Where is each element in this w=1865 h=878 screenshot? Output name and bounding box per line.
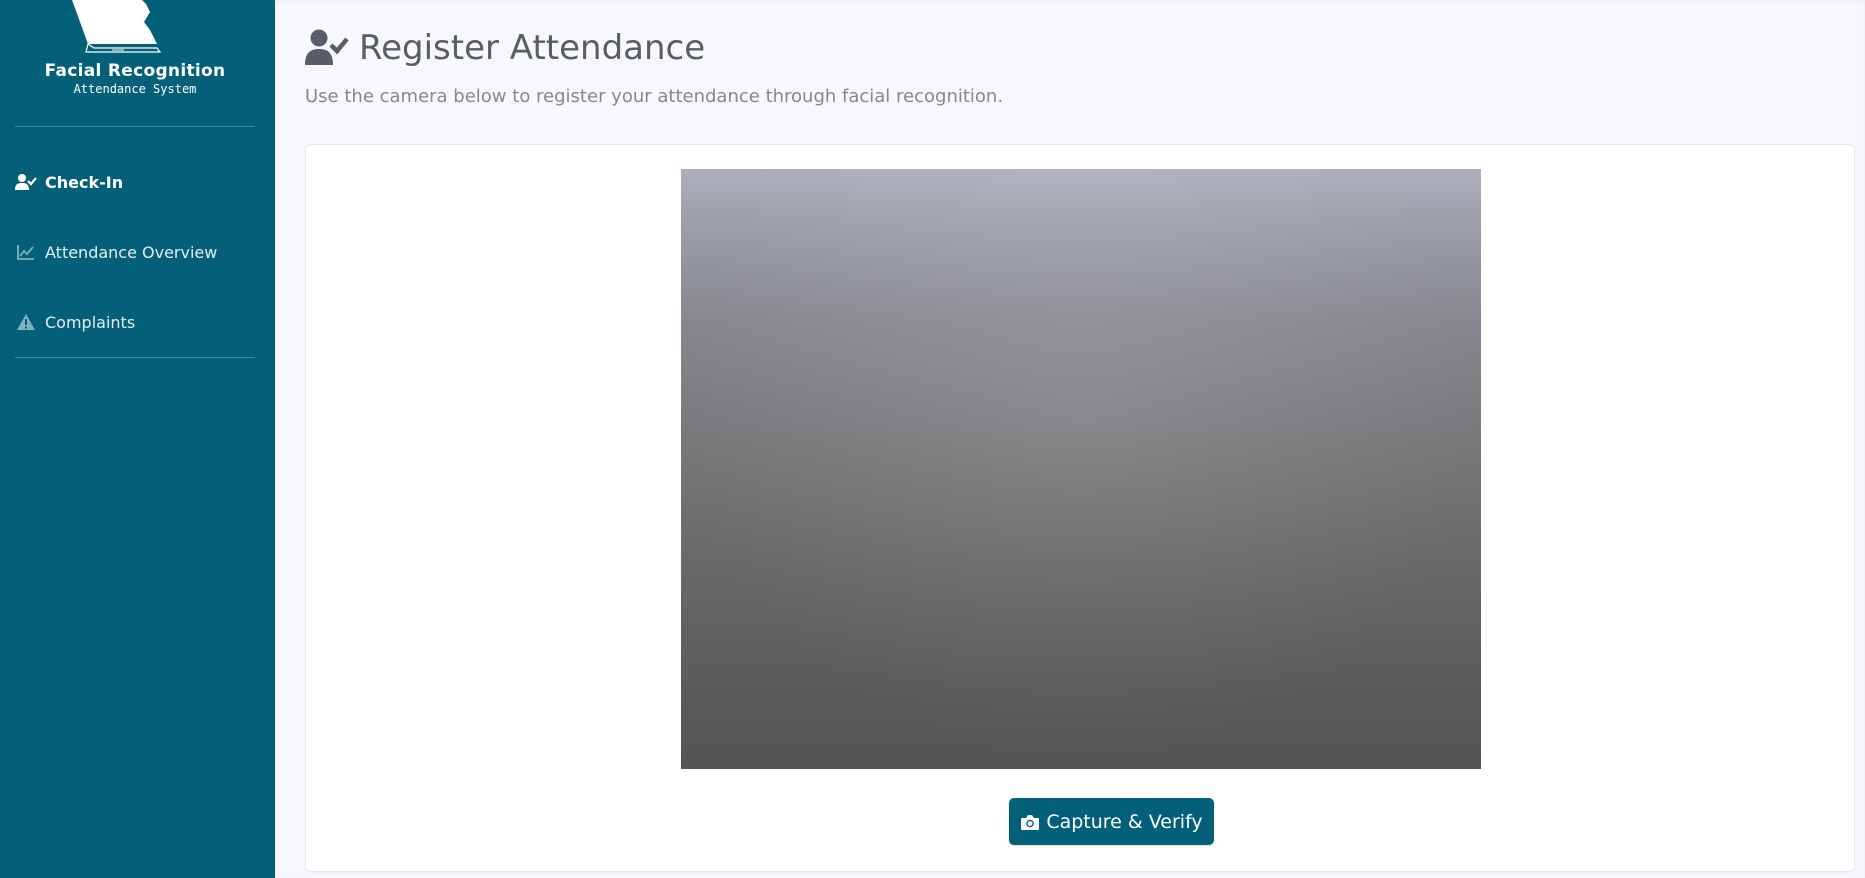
capture-button-label: Capture & Verify — [1046, 810, 1203, 833]
camera-feed — [681, 169, 1481, 769]
sidebar-item-check-in[interactable]: Check-In — [15, 164, 255, 200]
main-content: Register Attendance Use the camera below… — [275, 0, 1865, 878]
sidebar-item-label: Check-In — [45, 172, 124, 192]
chart-line-icon — [15, 242, 37, 262]
sidebar-divider — [15, 126, 255, 127]
capture-verify-button[interactable]: Capture & Verify — [1009, 798, 1214, 845]
camera-card: Capture & Verify — [305, 144, 1855, 872]
sidebar: Facial Recognition Attendance System Che… — [0, 0, 275, 878]
page-header: Register Attendance — [305, 28, 705, 68]
warning-icon — [15, 312, 37, 332]
sidebar-item-complaints[interactable]: Complaints — [15, 304, 255, 340]
sidebar-divider — [15, 357, 255, 358]
sidebar-item-label: Complaints — [45, 312, 136, 332]
sidebar-item-label: Attendance Overview — [45, 242, 218, 262]
logo-title: Facial Recognition — [44, 61, 226, 81]
logo[interactable]: Facial Recognition Attendance System — [0, 0, 275, 110]
page-title: Register Attendance — [359, 28, 706, 68]
user-check-icon — [305, 29, 349, 65]
logo-subtitle: Attendance System — [73, 82, 197, 96]
camera-icon — [1021, 814, 1040, 830]
sidebar-item-attendance-overview[interactable]: Attendance Overview — [15, 234, 255, 270]
user-check-icon — [15, 172, 37, 192]
app-window: Facial Recognition Attendance System Che… — [0, 0, 1865, 878]
laptop-logo-icon — [72, 0, 162, 53]
page-subtitle: Use the camera below to register your at… — [305, 86, 1004, 107]
